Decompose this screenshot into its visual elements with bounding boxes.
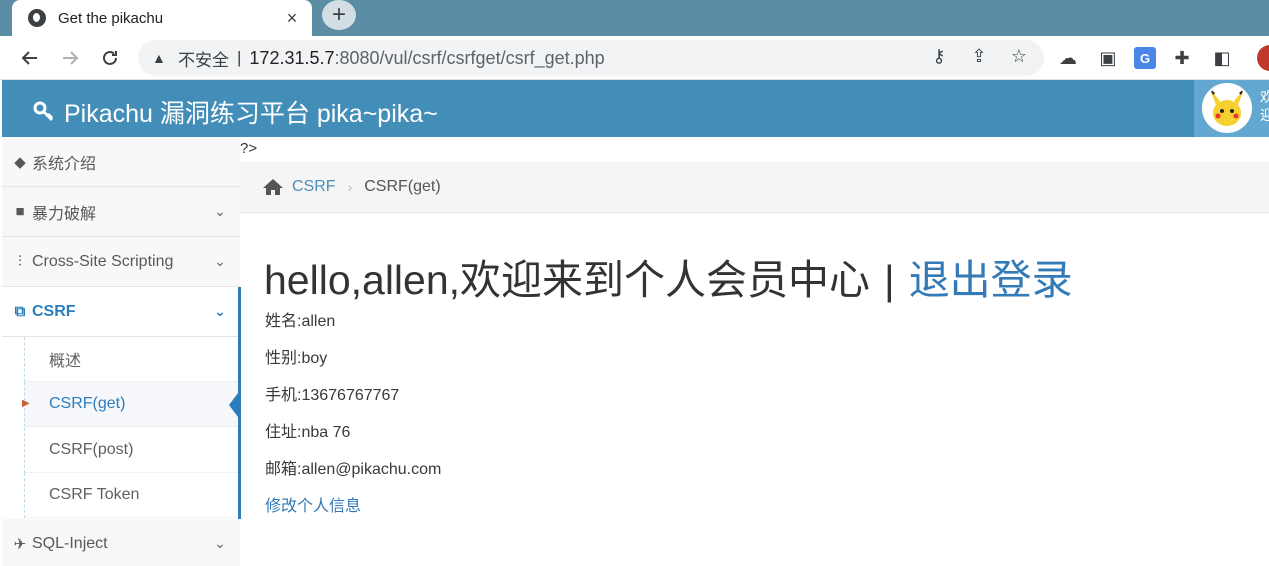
browser-tabstrip: Get the pikachu × + bbox=[0, 0, 1269, 36]
sidebar-item-label: SQL-Inject bbox=[32, 534, 108, 552]
share-page-icon[interactable]: ⇪ bbox=[966, 46, 992, 67]
forward-button[interactable] bbox=[50, 38, 90, 78]
chevron-down-icon: ⌄ bbox=[214, 253, 226, 269]
submenu-item-csrf-token[interactable]: CSRF Token bbox=[24, 473, 238, 518]
sidepanel-icon[interactable]: ◧ bbox=[1208, 44, 1236, 72]
new-tab-button[interactable]: + bbox=[322, 0, 356, 30]
key-icon[interactable]: ⚷ bbox=[926, 46, 952, 67]
back-arrow-icon bbox=[21, 50, 37, 65]
tab-close-button[interactable]: × bbox=[282, 8, 302, 29]
extension-game-icon[interactable]: ▣ bbox=[1094, 44, 1122, 72]
greeting-separator: | bbox=[884, 257, 895, 303]
key-icon bbox=[33, 101, 54, 122]
breadcrumb-link-csrf[interactable]: CSRF bbox=[292, 178, 336, 196]
breadcrumb-current: CSRF(get) bbox=[364, 178, 441, 195]
chevron-down-icon: ⌄ bbox=[214, 303, 226, 319]
plane-icon: ✈ bbox=[13, 535, 27, 553]
home-icon bbox=[263, 179, 283, 195]
active-arrow bbox=[229, 389, 241, 421]
tab-title: Get the pikachu bbox=[58, 9, 164, 27]
reload-icon bbox=[103, 50, 117, 65]
forward-arrow-icon bbox=[63, 50, 79, 65]
chevron-down-icon: ⌄ bbox=[214, 535, 226, 551]
breadcrumb: CSRF › CSRF(get) bbox=[240, 162, 1269, 213]
reload-button[interactable] bbox=[90, 38, 130, 78]
brand[interactable]: Pikachu 漏洞练习平台 pika~pika~ bbox=[32, 94, 438, 130]
csrf-submenu: 概述 CSRF(get) ▶ CSRF(post) CSRF Token bbox=[2, 337, 240, 519]
info-phone: 手机:13676767767 bbox=[265, 387, 400, 404]
submenu-item-csrf-get[interactable]: CSRF(get) bbox=[24, 382, 238, 427]
brand-title: Pikachu 漏洞练习平台 pika~pika~ bbox=[64, 100, 438, 128]
stray-text: ?> bbox=[240, 140, 258, 157]
breadcrumb-separator-icon: › bbox=[347, 179, 353, 195]
lock-icon: ■ bbox=[15, 203, 25, 220]
url-host: 172.31.5.7 bbox=[249, 47, 335, 68]
info-email: 邮箱:allen@pikachu.com bbox=[265, 461, 442, 478]
tags-icon: ◆ bbox=[14, 153, 26, 171]
share-icon: ⧉ bbox=[14, 303, 26, 320]
info-address: 住址:nba 76 bbox=[265, 424, 351, 441]
sidebar-item-label: 暴力破解 bbox=[32, 205, 97, 223]
sidebar-item-label: Cross-Site Scripting bbox=[32, 252, 174, 270]
browser-tab[interactable]: Get the pikachu × bbox=[12, 0, 312, 36]
chevron-down-icon: ⌄ bbox=[214, 203, 226, 219]
site-header: Pikachu 漏洞练习平台 pika~pika~ 欢迎 bbox=[2, 80, 1269, 137]
sidebar-item-bruteforce[interactable]: ■ 暴力破解 ⌄ bbox=[2, 187, 240, 237]
submenu-item-csrf-post[interactable]: CSRF(post) bbox=[24, 428, 238, 473]
page-title: hello,allen,欢迎来到个人会员中心 | 退出登录 bbox=[264, 246, 1073, 306]
back-button[interactable] bbox=[10, 38, 50, 78]
warning-icon: ▲ bbox=[152, 50, 166, 66]
bookmark-star-icon[interactable]: ☆ bbox=[1006, 46, 1032, 67]
sidebar-item-xss[interactable]: ⫶ Cross-Site Scripting ⌄ bbox=[2, 237, 240, 287]
omnibox-separator: | bbox=[237, 48, 242, 67]
sidebar-item-sqli[interactable]: ✈ SQL-Inject ⌄ bbox=[2, 519, 240, 566]
url-path: :8080/vul/csrf/csrfget/csrf_get.php bbox=[334, 47, 605, 68]
puzzle-icon[interactable]: ✚ bbox=[1168, 44, 1196, 72]
list-icon: ⫶ bbox=[18, 253, 22, 270]
info-name: 姓名:allen bbox=[265, 313, 336, 330]
pikachu-avatar-icon bbox=[1210, 89, 1244, 126]
submenu-item-overview[interactable]: 概述 bbox=[24, 337, 238, 382]
logout-link[interactable]: 退出登录 bbox=[909, 257, 1073, 303]
user-greeting: 欢迎 bbox=[1260, 89, 1269, 123]
globe-icon bbox=[28, 9, 46, 27]
caret-right-icon: ▶ bbox=[22, 398, 30, 409]
user-menu[interactable]: 欢迎 bbox=[1194, 80, 1269, 137]
sidebar: ◆ 系统介绍 ■ 暴力破解 ⌄ ⫶ Cross-Site Scripting ⌄… bbox=[2, 137, 241, 566]
cloud-icon[interactable]: ☁ bbox=[1054, 44, 1082, 72]
address-bar[interactable]: ▲ 不安全 | 172.31.5.7:8080/vul/csrf/csrfget… bbox=[138, 40, 1044, 76]
sidebar-item-intro[interactable]: ◆ 系统介绍 bbox=[2, 137, 240, 187]
sidebar-item-csrf[interactable]: ⧉ CSRF ⌄ bbox=[2, 287, 240, 337]
sidebar-item-label: CSRF bbox=[32, 302, 76, 320]
google-translate-icon[interactable]: G bbox=[1134, 47, 1156, 69]
security-label[interactable]: 不安全 bbox=[178, 46, 229, 71]
greeting-text: hello,allen,欢迎来到个人会员中心 bbox=[264, 257, 871, 303]
sidebar-item-label: 系统介绍 bbox=[32, 155, 97, 173]
avatar bbox=[1202, 83, 1252, 133]
browser-toolbar: ▲ 不安全 | 172.31.5.7:8080/vul/csrf/csrfget… bbox=[0, 36, 1269, 80]
info-gender: 性别:boy bbox=[265, 350, 328, 367]
edit-profile-link[interactable]: 修改个人信息 bbox=[265, 492, 361, 516]
